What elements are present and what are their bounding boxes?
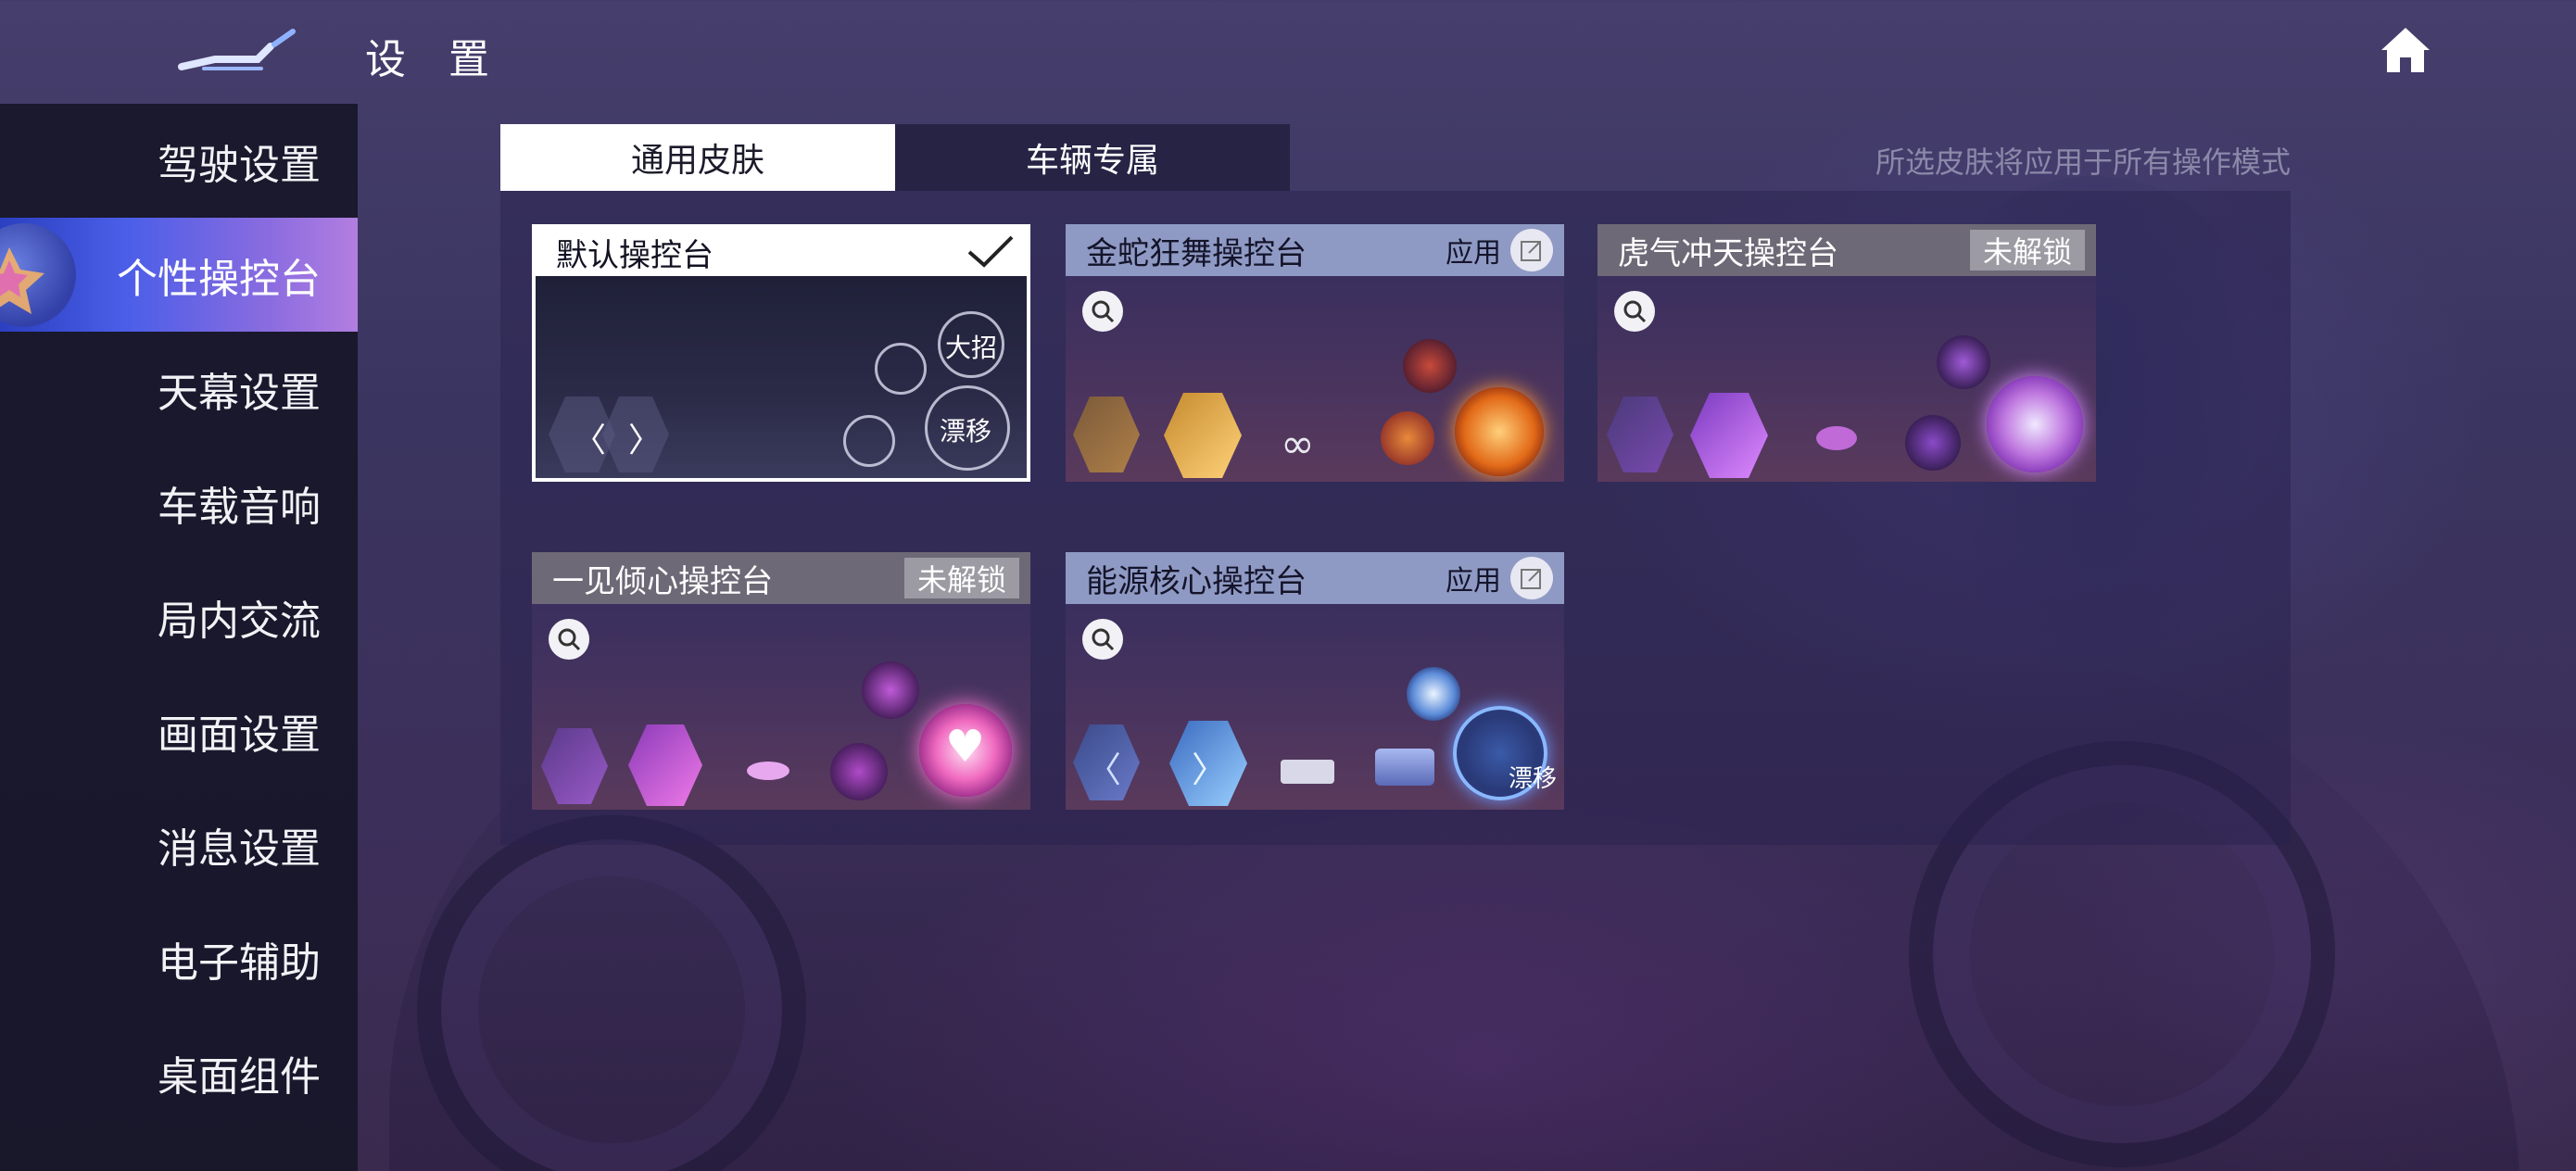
- sidebar-item-console[interactable]: 个性操控台: [0, 218, 358, 332]
- card-header: 虎气冲天操控台 未解锁: [1597, 224, 2096, 276]
- right-chevron-glyph: 〉: [628, 422, 663, 460]
- sidebar-item-label: 画面设置: [158, 711, 321, 759]
- console-card-default[interactable]: 默认操控台 〈 〉 大招 漂移: [532, 224, 1030, 482]
- right-chevron-glyph: 〉: [1192, 749, 1228, 790]
- card-title: 金蛇狂舞操控台: [1086, 234, 1307, 272]
- zoom-icon[interactable]: [549, 619, 589, 660]
- console-card-golden-snake[interactable]: 金蛇狂舞操控台 应用 ∞: [1066, 224, 1564, 482]
- sidebar-item-label: 天幕设置: [158, 369, 321, 417]
- left-chevron-glyph: 〈: [573, 422, 607, 460]
- sidebar-item-label: 车载音响: [158, 483, 321, 531]
- tab-vehicle-exclusive[interactable]: 车辆专属: [895, 124, 1290, 191]
- background-wheel-left: [417, 815, 806, 1171]
- left-arrow-icon: [541, 728, 608, 804]
- locked-badge: 未解锁: [1969, 230, 2085, 271]
- sidebar-item-graphics[interactable]: 画面设置: [0, 674, 358, 787]
- sidebar-item-widgets[interactable]: 桌面组件: [0, 1015, 358, 1129]
- card-title: 虎气冲天操控台: [1618, 234, 1838, 272]
- boost-icon: [1281, 760, 1334, 784]
- drift-label: 漂移: [940, 416, 992, 447]
- star-icon: [0, 247, 44, 314]
- heart-glyph: ♥: [945, 721, 986, 773]
- game-logo-icon: [178, 29, 296, 70]
- card-title: 能源核心操控台: [1086, 562, 1307, 600]
- card-header: 一见倾心操控台 未解锁: [532, 552, 1030, 604]
- sidebar-item-label: 桌面组件: [158, 1052, 321, 1101]
- right-arrow-icon: [628, 724, 702, 806]
- nitro-icon: [1937, 335, 1990, 389]
- left-chevron-glyph: 〈: [1086, 749, 1122, 790]
- sidebar-item-assist[interactable]: 电子辅助: [0, 901, 358, 1015]
- infinity-icon: ∞: [1281, 421, 1315, 468]
- page-title: 设 置: [365, 36, 504, 83]
- item-slot-icon: [1905, 415, 1961, 471]
- sidebar-item-messages[interactable]: 消息设置: [0, 787, 358, 901]
- right-arrow-icon: [1690, 393, 1768, 478]
- skin-hint-text: 所选皮肤将应用于所有操作模式: [1875, 145, 2291, 180]
- card-preview: ∞: [1066, 276, 1564, 482]
- sidebar-item-label: 局内交流: [158, 597, 321, 645]
- checkmark-icon: [967, 235, 1014, 268]
- apply-button[interactable]: 应用: [1446, 557, 1553, 599]
- skin-tabs: 通用皮肤 车辆专属: [500, 124, 1290, 191]
- item-slot-icon: [830, 743, 888, 800]
- sidebar-item-audio[interactable]: 车载音响: [0, 446, 358, 560]
- nitro-icon: [862, 661, 919, 719]
- tab-general-skins[interactable]: 通用皮肤: [500, 124, 895, 191]
- card-preview: [1597, 276, 2096, 482]
- tiger-drift-icon: [1987, 376, 2083, 472]
- item-slot-icon: [1375, 749, 1434, 786]
- item-slot-icon: [843, 415, 895, 467]
- edit-icon[interactable]: [1510, 557, 1553, 599]
- drift-label: 漂移: [1509, 765, 1558, 793]
- card-preview: ♥: [532, 604, 1030, 810]
- card-preview: 〈 〉 大招 漂移: [536, 276, 1027, 478]
- console-card-tiger[interactable]: 虎气冲天操控台 未解锁: [1597, 224, 2096, 482]
- sidebar-item-driving[interactable]: 驾驶设置: [0, 104, 358, 218]
- card-header: 能源核心操控台 应用: [1066, 552, 1564, 604]
- right-arrow-icon: [1164, 393, 1242, 478]
- left-arrow-icon: [1607, 397, 1673, 472]
- sidebar-item-label: 个性操控台: [117, 255, 321, 303]
- zoom-icon[interactable]: [1614, 291, 1655, 332]
- card-preview: 〈 〉 漂移: [1066, 604, 1564, 810]
- nitro-icon: [1407, 667, 1460, 721]
- locked-badge: 未解锁: [903, 558, 1019, 598]
- zoom-icon[interactable]: [1082, 619, 1123, 660]
- nitro-icon: [875, 343, 927, 395]
- sidebar-item-chat[interactable]: 局内交流: [0, 560, 358, 674]
- console-card-energy-core[interactable]: 能源核心操控台 应用 〈 〉 漂移: [1066, 552, 1564, 810]
- sidebar-item-label: 驾驶设置: [158, 141, 321, 189]
- zoom-icon[interactable]: [1082, 291, 1123, 332]
- item-slot-icon: [1381, 411, 1434, 465]
- ult-label: 大招: [945, 333, 998, 363]
- card-title: 一见倾心操控台: [552, 562, 773, 600]
- settings-sidebar: 驾驶设置 个性操控台 天幕设置 车载音响 局内交流 画面设置 消息设置 电子辅助…: [0, 104, 358, 1171]
- apply-label: 应用: [1446, 237, 1501, 270]
- apply-button[interactable]: 应用: [1446, 229, 1553, 271]
- card-header: 默认操控台: [536, 228, 1027, 276]
- nitro-icon: [1403, 339, 1457, 393]
- card-header: 金蛇狂舞操控台 应用: [1066, 224, 1564, 276]
- sidebar-item-sunroof[interactable]: 天幕设置: [0, 332, 358, 446]
- boost-icon: [1816, 426, 1857, 450]
- sidebar-item-label: 消息设置: [158, 825, 321, 873]
- star-badge-icon: [0, 223, 76, 327]
- left-arrow-icon: [1073, 397, 1140, 472]
- home-icon[interactable]: [2378, 24, 2433, 76]
- edit-icon[interactable]: [1510, 229, 1553, 271]
- console-card-heart[interactable]: 一见倾心操控台 未解锁 ♥: [532, 552, 1030, 810]
- card-title: 默认操控台: [556, 236, 713, 274]
- sidebar-item-label: 电子辅助: [158, 938, 321, 987]
- boost-icon: [747, 762, 789, 780]
- apply-label: 应用: [1446, 565, 1501, 598]
- snake-drift-icon: [1455, 387, 1544, 476]
